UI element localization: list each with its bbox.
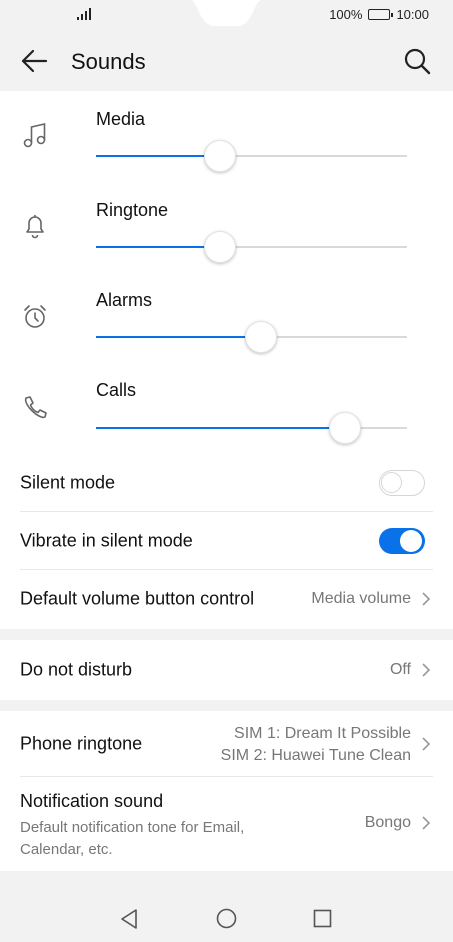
volume-row-ringtone: Ringtone (0, 181, 453, 271)
default-volume-row[interactable]: Default volume button control Media volu… (20, 570, 433, 628)
sim1-ringtone: SIM 1: Dream It Possible (234, 725, 411, 742)
vibrate-silent-toggle[interactable] (379, 527, 425, 554)
volume-row-alarms: Alarms (0, 271, 453, 361)
status-right: 100% 10:00 (329, 7, 429, 22)
slider-fill (96, 336, 261, 338)
back-arrow-icon[interactable] (20, 48, 48, 74)
vibrate-silent-row[interactable]: Vibrate in silent mode (20, 512, 433, 570)
phone-icon (24, 396, 47, 419)
search-icon[interactable] (403, 47, 431, 75)
notification-sound-row[interactable]: Notification sound Default notification … (20, 777, 433, 869)
toggle-knob (400, 529, 422, 552)
phone-ringtone-row[interactable]: Phone ringtone SIM 1: Dream It Possible … (20, 711, 433, 777)
chevron-right-icon (422, 736, 431, 751)
status-bar: 100% 10:00 (0, 0, 453, 32)
tones-card: Phone ringtone SIM 1: Dream It Possible … (0, 711, 453, 871)
toggle-knob (381, 471, 402, 493)
phone-ringtone-values: SIM 1: Dream It Possible SIM 2: Huawei T… (221, 723, 411, 767)
nav-recent-apps-icon[interactable] (313, 909, 332, 928)
default-volume-value: Media volume (311, 590, 411, 607)
sim2-ringtone: SIM 2: Huawei Tune Clean (220, 747, 411, 764)
chevron-right-icon (422, 816, 431, 830)
silent-mode-toggle[interactable] (379, 469, 425, 496)
alarm-clock-icon (24, 305, 46, 328)
do-not-disturb-label: Do not disturb (20, 659, 133, 680)
navigation-bar (0, 880, 453, 942)
battery-percent: 100% (329, 7, 363, 22)
notification-sound-description: Default notification tone for Email, Cal… (20, 819, 245, 858)
slider-fill (96, 246, 221, 248)
chevron-right-icon (422, 663, 431, 677)
volume-card: Media Ringtone Alarms Calls Silent mode … (0, 91, 453, 629)
do-not-disturb-row[interactable]: Do not disturb Off (20, 641, 433, 699)
battery-icon (368, 9, 394, 20)
nav-home-icon[interactable] (216, 908, 237, 929)
alarms-volume-slider[interactable] (96, 321, 407, 353)
page-title: Sounds (71, 49, 146, 74)
do-not-disturb-value: Off (389, 661, 411, 678)
media-volume-slider[interactable] (96, 140, 407, 172)
notification-sound-value: Bongo (364, 814, 411, 831)
vibrate-silent-label: Vibrate in silent mode (20, 530, 193, 550)
dnd-card: Do not disturb Off (0, 640, 453, 700)
volume-label: Alarms (96, 290, 153, 310)
music-note-icon (23, 122, 46, 148)
slider-thumb[interactable] (244, 321, 277, 353)
slider-thumb[interactable] (328, 412, 361, 444)
signal-icon (77, 8, 91, 20)
slider-thumb[interactable] (204, 140, 237, 172)
silent-mode-label: Silent mode (20, 472, 116, 492)
default-volume-label: Default volume button control (20, 588, 255, 609)
calls-volume-slider[interactable] (96, 412, 407, 444)
app-header: Sounds (0, 32, 453, 90)
chevron-right-icon (422, 592, 431, 606)
silent-mode-row[interactable]: Silent mode (20, 454, 433, 512)
slider-thumb[interactable] (204, 231, 237, 263)
slider-fill (96, 155, 221, 157)
clock: 10:00 (396, 7, 429, 22)
volume-row-media: Media (0, 91, 453, 181)
nav-back-icon[interactable] (119, 908, 139, 930)
bell-icon (26, 215, 44, 239)
volume-row-calls: Calls (0, 361, 453, 451)
notification-sound-label: Notification sound (20, 791, 164, 811)
volume-label: Media (96, 109, 146, 129)
phone-ringtone-label: Phone ringtone (20, 733, 143, 753)
slider-fill (96, 427, 345, 429)
volume-label: Ringtone (96, 200, 169, 220)
volume-label: Calls (96, 380, 137, 400)
ringtone-volume-slider[interactable] (96, 231, 407, 263)
